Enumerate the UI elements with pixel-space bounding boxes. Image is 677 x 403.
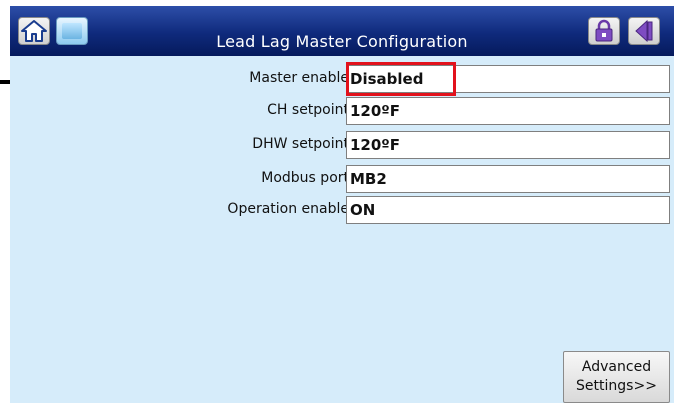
modbus-port-label: Modbus port	[261, 170, 349, 186]
master-enable-field[interactable]: Disabled	[346, 65, 670, 93]
operation-enable-field[interactable]: ON	[346, 196, 670, 224]
back-icon	[635, 19, 653, 43]
row-master-enable: Master enable Disabled	[10, 65, 674, 93]
master-enable-label: Master enable	[249, 70, 349, 86]
advanced-settings-line2: Settings>>	[576, 378, 657, 394]
page-title: Lead Lag Master Configuration	[216, 32, 468, 51]
hmi-screen: Lead Lag Master Configuration Master ena…	[10, 6, 674, 403]
operation-enable-label: Operation enable	[227, 201, 349, 217]
back-button[interactable]	[628, 17, 660, 45]
dhw-setpoint-label: DHW setpoint	[252, 136, 349, 152]
row-modbus-port: Modbus port MB2	[10, 165, 674, 193]
row-ch-setpoint: CH setpoint 120ºF	[10, 97, 674, 125]
title-bar: Lead Lag Master Configuration	[10, 6, 674, 56]
advanced-settings-line1: Advanced	[581, 359, 652, 375]
lock-button[interactable]	[588, 17, 620, 45]
dhw-setpoint-field[interactable]: 120ºF	[346, 131, 670, 159]
lock-icon	[595, 19, 613, 42]
modbus-port-field[interactable]: MB2	[346, 165, 670, 193]
ch-setpoint-field[interactable]: 120ºF	[346, 97, 670, 125]
ch-setpoint-label: CH setpoint	[267, 102, 349, 118]
row-operation-enable: Operation enable ON	[10, 196, 674, 224]
advanced-settings-button[interactable]: Advanced Settings>>	[563, 351, 670, 403]
row-dhw-setpoint: DHW setpoint 120ºF	[10, 131, 674, 159]
